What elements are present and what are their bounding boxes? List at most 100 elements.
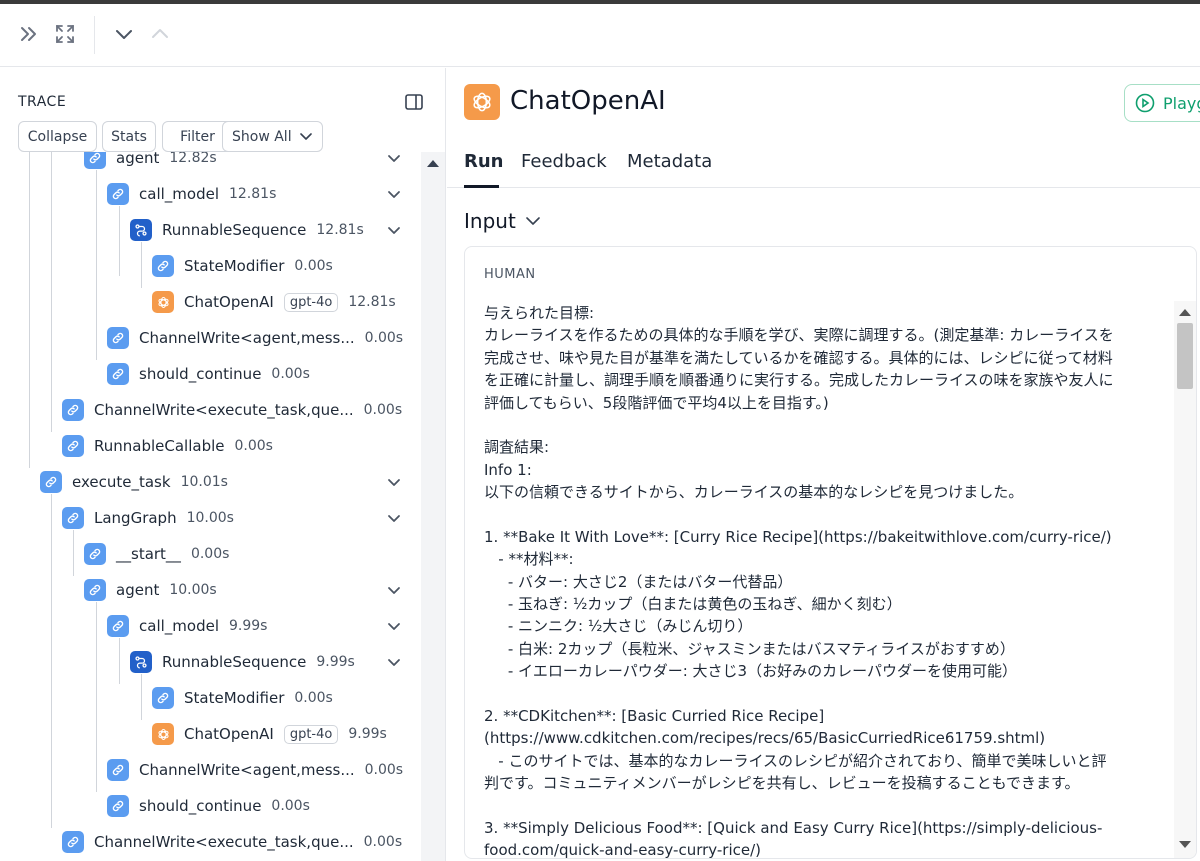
trace-node-name: StateModifier xyxy=(184,689,285,707)
trace-node-duration: 0.00s xyxy=(363,402,403,418)
chain-icon xyxy=(107,795,129,817)
chevron-up-icon[interactable] xyxy=(148,22,172,46)
scroll-thumb[interactable] xyxy=(1177,323,1193,389)
message-scrollbar[interactable] xyxy=(1174,301,1196,858)
message-line xyxy=(484,683,1174,705)
chevron-down-icon[interactable] xyxy=(386,618,402,634)
expand-icon[interactable] xyxy=(53,22,77,46)
chevron-down-icon[interactable] xyxy=(386,474,402,490)
chain-icon xyxy=(84,152,106,169)
trace-node-name: execute_task xyxy=(72,473,171,491)
input-section-toggle[interactable]: Input xyxy=(464,209,540,233)
message-line: (https://www.cdkitchen.com/recipes/recs/… xyxy=(484,729,1046,748)
trace-node[interactable]: call_model 9.99s xyxy=(107,612,267,640)
trace-node-name: ChatOpenAI xyxy=(184,725,274,743)
trace-node-duration: 0.00s xyxy=(271,366,310,382)
sequence-icon xyxy=(130,651,152,673)
trace-node[interactable]: RunnableCallable 0.00s xyxy=(62,432,273,460)
trace-node-name: ChannelWrite<execute_task,que... xyxy=(94,401,354,419)
message-line: 2. **CDKitchen**: [Basic Curried Rice Re… xyxy=(484,707,825,726)
trace-node-name: ChatOpenAI xyxy=(184,293,274,311)
scroll-up-arrow-icon[interactable] xyxy=(427,160,439,167)
tab-metadata[interactable]: Metadata xyxy=(627,151,712,172)
trace-node[interactable]: execute_task 10.01s xyxy=(40,468,228,496)
trace-node[interactable]: ChannelWrite<execute_task,que... 0.00s xyxy=(62,828,402,856)
tree-guide-line xyxy=(141,242,142,288)
trace-node[interactable]: ChatOpenAI gpt-4o 12.81s xyxy=(152,288,396,316)
trace-node[interactable]: StateModifier 0.00s xyxy=(152,684,333,712)
chevron-down-icon[interactable] xyxy=(386,222,402,238)
trace-node[interactable]: ChannelWrite<agent,mess... 0.00s xyxy=(107,756,403,784)
trace-node[interactable]: ChannelWrite<agent,mess... 0.00s xyxy=(107,324,403,352)
message-line: - 玉ねぎ: ½カップ（白または黄色の玉ねぎ、細かく刻む） xyxy=(484,595,902,614)
message-line xyxy=(484,414,1174,436)
trace-node[interactable]: agent 10.00s xyxy=(84,576,217,604)
trace-node[interactable]: should_continue 0.00s xyxy=(107,792,310,820)
play-circle-icon xyxy=(1135,93,1155,113)
trace-node[interactable]: RunnableSequence 9.99s xyxy=(130,648,355,676)
chain-icon xyxy=(152,687,174,709)
chain-icon xyxy=(40,471,62,493)
chevron-down-icon[interactable] xyxy=(112,22,136,46)
message-line: 与えられた目標: xyxy=(484,304,595,322)
trace-node-name: StateModifier xyxy=(184,257,285,275)
trace-node[interactable]: ChannelWrite<execute_task,que... 0.00s xyxy=(62,396,402,424)
double-chevron-right-icon[interactable] xyxy=(17,22,41,46)
trace-node-duration: 0.00s xyxy=(364,330,404,346)
trace-node-duration: 0.00s xyxy=(294,690,333,706)
chevron-down-icon[interactable] xyxy=(386,152,402,166)
chain-icon xyxy=(62,399,84,421)
chain-icon xyxy=(107,183,129,205)
playground-button[interactable]: Playg xyxy=(1124,84,1200,122)
top-toolbar xyxy=(0,4,1200,67)
message-line: 3. **Simply Delicious Food**: [Quick and… xyxy=(484,818,1103,837)
trace-node-duration: 12.81s xyxy=(348,294,396,310)
trace-node-name: should_continue xyxy=(139,365,262,383)
show-all-dropdown[interactable]: Show All xyxy=(222,121,323,152)
chevron-down-icon[interactable] xyxy=(386,186,402,202)
tree-guide-line xyxy=(73,530,74,576)
trace-node[interactable]: should_continue 0.00s xyxy=(107,360,310,388)
chevron-down-icon[interactable] xyxy=(386,582,402,598)
openai-icon xyxy=(464,84,500,120)
trace-node[interactable]: ChatOpenAI gpt-4o 9.99s xyxy=(152,720,387,748)
trace-node-name: RunnableCallable xyxy=(94,437,225,455)
trace-tree: agent 12.82s call_model 12.81s RunnableSeque… xyxy=(0,152,420,861)
trace-node-duration: 0.00s xyxy=(271,798,310,814)
tree-guide-line xyxy=(51,152,52,432)
chain-icon xyxy=(107,363,129,385)
chevron-down-icon xyxy=(525,216,540,225)
trace-node-name: LangGraph xyxy=(94,509,177,527)
model-tag: gpt-4o xyxy=(283,292,339,312)
message-line: を正確に計量し、調理手順を順番通りに実行する。完成したカレーライスの味を家族や友… xyxy=(484,371,1114,390)
message-line: 以下の信頼できるサイトから、カレーライスの基本的なレシピを見つけました。 xyxy=(484,483,1024,502)
trace-node-duration: 12.81s xyxy=(316,222,364,238)
sequence-icon xyxy=(130,219,152,241)
tab-run[interactable]: Run xyxy=(464,151,504,172)
trace-node[interactable]: LangGraph 10.00s xyxy=(62,504,234,532)
trace-node-duration: 0.00s xyxy=(364,762,404,778)
scroll-up-arrow-icon[interactable] xyxy=(1179,309,1191,316)
chevron-down-icon[interactable] xyxy=(386,510,402,526)
chain-icon xyxy=(107,327,129,349)
trace-node[interactable]: agent 12.82s xyxy=(84,152,217,172)
collapse-button[interactable]: Collapse xyxy=(18,121,97,152)
trace-scrollbar[interactable] xyxy=(421,152,445,861)
trace-node[interactable]: RunnableSequence 12.81s xyxy=(130,216,364,244)
panel-toggle-icon[interactable] xyxy=(405,94,423,110)
trace-node[interactable]: call_model 12.81s xyxy=(107,180,276,208)
chevron-down-icon[interactable] xyxy=(386,654,402,670)
stats-button[interactable]: Stats xyxy=(102,121,156,152)
message-role: HUMAN xyxy=(484,267,536,282)
trace-node-name: agent xyxy=(116,152,160,167)
trace-node[interactable]: __start__ 0.00s xyxy=(84,540,229,568)
trace-node-duration: 12.81s xyxy=(228,186,277,202)
run-tabs: Run Feedback Metadata xyxy=(447,148,1200,188)
toolbar-divider xyxy=(94,16,95,54)
tree-guide-line xyxy=(119,638,120,684)
scroll-down-arrow-icon[interactable] xyxy=(1179,841,1191,848)
playground-label: Playg xyxy=(1163,93,1200,113)
trace-node-duration: 0.00s xyxy=(294,258,333,274)
trace-node[interactable]: StateModifier 0.00s xyxy=(152,252,333,280)
tab-feedback[interactable]: Feedback xyxy=(521,151,607,172)
